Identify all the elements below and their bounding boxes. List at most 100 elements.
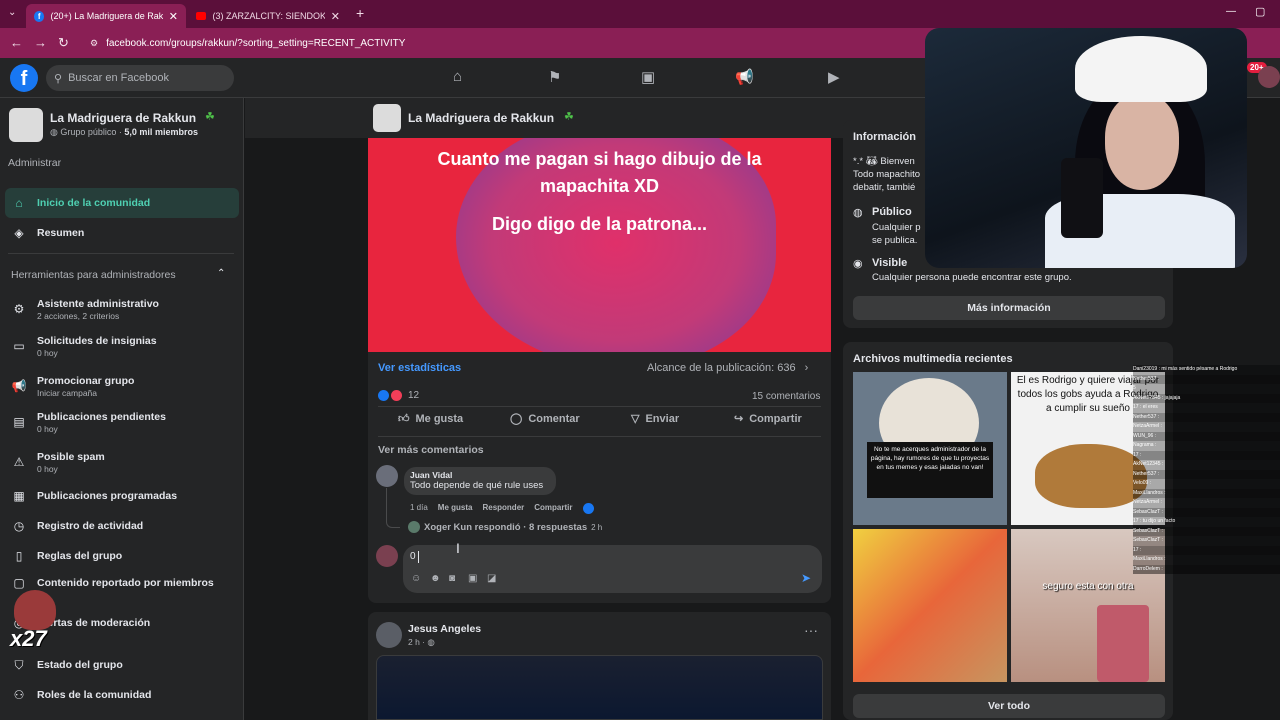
combo-counter: x27 (10, 626, 47, 651)
view-replies-link[interactable]: Xoger Kun respondió · 8 respuestas 2 h (408, 521, 602, 533)
chevron-up-icon[interactable]: ⌃ (217, 268, 225, 279)
more-options-icon[interactable]: ··· (804, 622, 818, 638)
sidebar-item-label: Solicitudes de insignias (37, 334, 157, 347)
commenter-avatar[interactable] (376, 465, 398, 487)
sidebar-item-sub: 0 hoy (37, 463, 58, 474)
search-input[interactable]: ⚲ Buscar en Facebook (46, 65, 234, 91)
tab-list-icon[interactable]: ⌄ (8, 7, 16, 18)
media-thumb[interactable] (853, 529, 1007, 682)
comment-like-button[interactable]: Me gusta (438, 503, 473, 514)
post-image[interactable] (376, 655, 823, 720)
sidebar-item-pending-posts[interactable]: ▤ Publicaciones pendientes 0 hoy (5, 405, 239, 439)
share-button[interactable]: ↪ Compartir (734, 412, 802, 426)
groups-nav-icon[interactable]: ▣ (641, 68, 655, 86)
avatar-sticker-icon[interactable]: ☺ (411, 573, 421, 584)
chat-message: Velo09 : (1133, 479, 1280, 489)
sidebar-item-community-roles[interactable]: ⚇ Roles de la comunidad (5, 680, 239, 710)
banner-text-line1: Cuanto me pagan si hago dibujo de la (437, 149, 762, 169)
send-comment-icon[interactable]: ➤ (801, 571, 811, 585)
home-nav-icon[interactable]: ⌂ (453, 68, 462, 85)
comment-reply-button[interactable]: Responder (482, 503, 524, 514)
more-info-button[interactable]: Más información (853, 296, 1165, 320)
shield-icon: ⛉ (14, 657, 24, 672)
close-tab-icon[interactable]: ✕ (169, 10, 178, 23)
reply-summary: Xoger Kun respondió · 8 respuestas (424, 521, 588, 533)
site-info-icon[interactable]: ⚙ (90, 38, 98, 49)
sidebar-item-badge-requests[interactable]: ▭ Solicitudes de insignias 0 hoy (5, 329, 239, 363)
comment-share-button[interactable]: Compartir (534, 503, 572, 514)
back-icon[interactable]: ← (10, 35, 23, 50)
sidebar-item-label: Posible spam (37, 450, 105, 463)
reaction-summary[interactable]: 12 (378, 390, 419, 401)
sidebar-item-group-rules[interactable]: ▯ Reglas del grupo (5, 541, 239, 571)
comment-input-text[interactable]: 0 (410, 551, 416, 562)
divider (378, 406, 821, 407)
send-button[interactable]: ▽ Enviar (631, 412, 679, 426)
group-avatar[interactable] (9, 108, 43, 142)
sidebar-item-spam[interactable]: ⚠ Posible spam 0 hoy (5, 445, 239, 479)
like-button[interactable]: 👍︎ Me gusta (398, 412, 464, 426)
comment-input-box[interactable]: 0 ☺ ☻ ◙ ▣ ◪ ➤ (403, 545, 822, 593)
visible-text: Cualquier persona puede encontrar este g… (872, 272, 1072, 283)
gif-icon[interactable]: ▣ (468, 573, 477, 584)
view-stats-link[interactable]: Ver estadísticas (378, 362, 461, 374)
group-name[interactable]: La Madriguera de Rakkun (50, 111, 196, 125)
sidebar-item-sub: 0 hoy (37, 347, 58, 358)
chat-message: 17 : (1133, 450, 1280, 460)
more-comments-link[interactable]: Ver más comentarios (378, 444, 484, 456)
group-privacy: Grupo público · (60, 127, 125, 137)
sidebar-item-label: Registro de actividad (37, 520, 144, 532)
public-title: Público (872, 206, 912, 218)
chat-message: SebasClazT : (1133, 507, 1280, 517)
comment-button[interactable]: ◯ Comentar (510, 412, 580, 426)
like-button-label: Me gusta (415, 412, 464, 425)
post-image[interactable]: Cuanto me pagan si hago dibujo de la map… (368, 138, 831, 352)
sidebar-item-admin-assistant[interactable]: ⚙ Asistente administrativo 2 acciones, 2 … (5, 292, 239, 326)
megaphone-nav-icon[interactable]: 📢 (735, 68, 754, 86)
reload-icon[interactable]: ↻ (58, 35, 69, 51)
sidebar-item-scheduled-posts[interactable]: ▦ Publicaciones programadas (5, 481, 239, 511)
group-sticky-bar: La Madriguera de Rakkun ☘ (245, 98, 925, 138)
banner-text-line3: Digo digo de la patrona... (491, 214, 707, 234)
minimize-icon[interactable]: — (1226, 6, 1236, 17)
my-avatar[interactable] (376, 545, 398, 567)
author-avatar[interactable] (376, 622, 402, 648)
post-author[interactable]: Jesus Angeles (408, 623, 481, 635)
sidebar-item-promote-group[interactable]: 📢 Promocionar grupo Iniciar campaña (5, 369, 239, 403)
sticker-icon[interactable]: ◪ (487, 573, 496, 584)
sidebar-item-activity-log[interactable]: ◷ Registro de actividad (5, 511, 239, 541)
group-name-small[interactable]: La Madriguera de Rakkun (408, 111, 554, 125)
facebook-logo-icon[interactable]: f (10, 64, 38, 92)
forward-icon[interactable]: → (34, 35, 47, 50)
flag-nav-icon[interactable]: ⚑ (548, 68, 561, 86)
camera-icon[interactable]: ◙ (449, 573, 455, 584)
close-tab-icon[interactable]: ✕ (331, 10, 340, 23)
new-tab-icon[interactable]: + (356, 5, 364, 21)
sidebar-item-summary[interactable]: ◈ Resumen (5, 218, 239, 248)
sidebar-item-group-status[interactable]: ⛉ Estado del grupo (5, 650, 239, 680)
megaphone-icon: 📢 (11, 379, 27, 393)
comment-author[interactable]: Juan Vidal (410, 470, 550, 480)
emoji-icon[interactable]: ☻ (430, 573, 441, 584)
chat-message: AkNet12345 : jajajaja (1133, 393, 1280, 403)
group-avatar-small[interactable] (373, 104, 401, 132)
tab-facebook[interactable]: f (20+) La Madriguera de Rakkun ✕ (26, 4, 186, 28)
chat-message: SebasClazT : (1133, 536, 1280, 546)
video-nav-icon[interactable]: ▶ (828, 68, 840, 86)
admin-label: Administrar (8, 157, 62, 169)
maximize-icon[interactable]: ▢ (1255, 5, 1265, 18)
sidebar-item-community-home[interactable]: ⌂ Inicio de la comunidad (5, 188, 239, 218)
media-thumb[interactable]: No te me acerques administrador de la pá… (853, 372, 1007, 525)
sidebar-item-label: Inicio de la comunidad (37, 197, 151, 209)
url-field[interactable]: ⚙ facebook.com/groups/rakkun/?sorting_se… (90, 33, 930, 53)
chat-message: 17 : tu dijo un facto (1133, 517, 1280, 527)
tab-youtube[interactable]: (3) ZARZALCITY: SIENDOKAM ✕ (188, 4, 348, 28)
see-all-button[interactable]: Ver todo (853, 694, 1165, 718)
love-reaction-icon (391, 390, 402, 401)
profile-avatar[interactable] (1258, 66, 1280, 88)
comment-count[interactable]: 15 comentarios (752, 391, 820, 402)
reaction-count: 12 (408, 390, 420, 401)
calendar-icon: ▦ (13, 489, 25, 503)
post-time-text: 2 h · (408, 637, 426, 647)
post-reach[interactable]: Alcance de la publicación: 636 › (647, 362, 808, 374)
